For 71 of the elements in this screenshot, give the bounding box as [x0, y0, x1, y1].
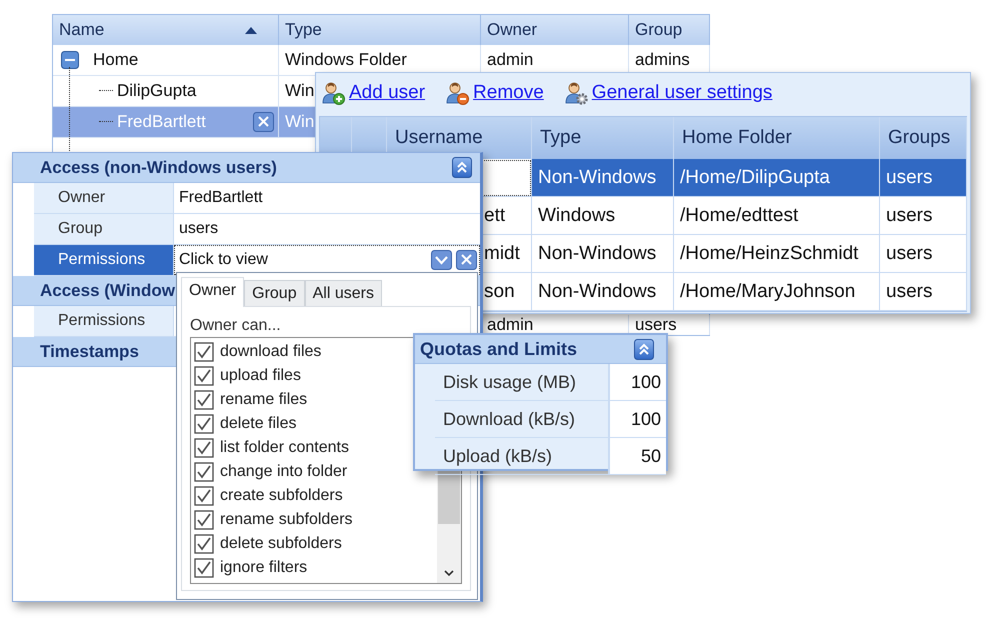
column-header[interactable]: Group — [629, 15, 710, 45]
table-cell: Non-Windows — [532, 273, 674, 311]
checkbox[interactable] — [194, 534, 214, 554]
table-cell: Windows — [532, 197, 674, 235]
user-gear-icon — [564, 81, 588, 105]
table-cell: Non-Windows — [532, 235, 674, 273]
table-cell: /Home/edttest — [674, 197, 880, 235]
property-label[interactable]: Owner — [34, 183, 174, 213]
checkbox-label: change into folder — [220, 463, 348, 481]
column-header[interactable]: Type — [279, 15, 481, 45]
checkbox[interactable] — [194, 342, 214, 362]
column-header[interactable]: Name — [53, 15, 279, 45]
checkbox[interactable] — [194, 438, 214, 458]
user-plus-icon — [321, 81, 345, 105]
delete-button[interactable] — [253, 112, 274, 132]
collapse-node-icon[interactable] — [61, 51, 79, 69]
sort-ascending-icon — [244, 25, 258, 35]
checkbox-label: delete files — [220, 415, 296, 433]
table-cell: users — [880, 235, 967, 273]
property-value[interactable]: 50 — [610, 438, 666, 474]
checkbox-label: rename subfolders — [220, 511, 353, 529]
checkbox-label: rename files — [220, 391, 308, 409]
tree-row[interactable]: Home — [53, 45, 279, 76]
checkbox[interactable] — [194, 558, 214, 578]
tab[interactable]: Group — [244, 280, 305, 306]
checkbox[interactable] — [194, 510, 214, 530]
category-title: Access (Window — [40, 280, 175, 300]
toolbar-link[interactable]: General user settings — [564, 81, 772, 105]
clear-button[interactable] — [456, 250, 477, 270]
checkbox[interactable] — [194, 414, 214, 434]
category-title: Quotas and Limits — [420, 338, 578, 360]
table-cell: /Home/MaryJohnson — [674, 273, 880, 311]
property-label[interactable]: Permissions — [34, 245, 174, 275]
property-value[interactable]: 100 — [610, 364, 666, 400]
checkbox[interactable] — [194, 486, 214, 506]
property-label[interactable]: Permissions — [34, 306, 174, 336]
toolbar-link[interactable]: Add user — [321, 81, 426, 105]
node-label: FredBartlett — [117, 112, 207, 132]
tab[interactable]: All users — [304, 280, 382, 306]
column-header[interactable]: Owner — [481, 15, 629, 45]
node-label: DilipGupta — [117, 81, 196, 101]
checkbox-label: ignore filters — [220, 559, 308, 577]
checkbox-label: delete subfolders — [220, 535, 342, 553]
table-cell: users — [880, 197, 967, 235]
node-label: Home — [93, 50, 138, 70]
collapse-button[interactable] — [452, 157, 472, 178]
checkbox-label: download files — [220, 343, 322, 361]
category-title: Access (non-Windows users) — [40, 158, 277, 178]
table-cell: users — [880, 159, 967, 197]
table-cell: Non-Windows — [532, 159, 674, 197]
checkbox-label: upload files — [220, 367, 301, 385]
caption-label: Owner can... — [190, 317, 282, 335]
checkbox-label: list folder contents — [220, 439, 349, 457]
dropdown-button[interactable] — [431, 250, 452, 270]
property-label[interactable]: Group — [34, 214, 174, 244]
table-cell: users — [880, 273, 967, 311]
tree-connector — [99, 121, 113, 123]
property-value[interactable]: 100 — [610, 401, 666, 437]
checkbox[interactable] — [194, 390, 214, 410]
user-minus-icon — [445, 81, 470, 105]
collapse-button[interactable] — [634, 338, 654, 360]
category-title: Timestamps — [40, 342, 139, 362]
table-cell: /Home/DilipGupta — [674, 159, 880, 197]
checkbox-label: create subfolders — [220, 487, 343, 505]
checkbox[interactable] — [194, 462, 214, 482]
checkbox[interactable] — [194, 366, 214, 386]
tab[interactable]: Owner — [181, 277, 244, 307]
table-cell: /Home/HeinzSchmidt — [674, 235, 880, 273]
tree-connector — [99, 90, 113, 92]
dropdown-field[interactable]: Click to view — [174, 245, 480, 275]
scroll-down-icon[interactable] — [443, 569, 455, 577]
